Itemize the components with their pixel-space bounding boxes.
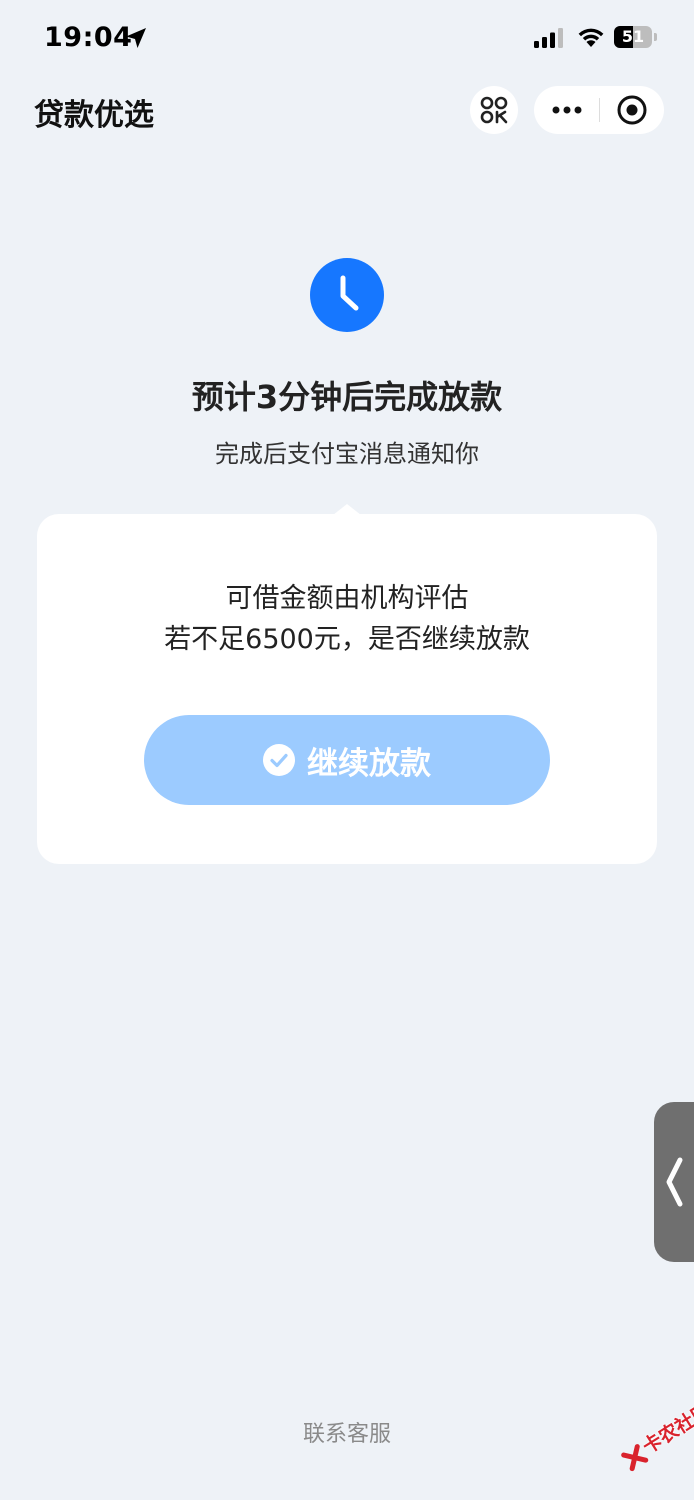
loan-eta-headline: 预计3分钟后完成放款 [191,378,503,416]
continue-loan-label: 继续放款 [307,745,431,782]
location-arrow-icon [126,28,146,48]
battery-body: 51 [614,26,652,48]
status-bar: 19:04 51 [0,0,694,76]
side-float-handle[interactable] [654,1102,694,1262]
scan-icon [480,96,508,124]
close-button[interactable] [600,86,664,134]
mini-program-capsule [534,86,664,134]
more-icon [552,106,582,114]
battery-icon: 51 [614,26,658,48]
battery-level: 51 [621,27,645,46]
contact-support-link[interactable]: 联系客服 [0,1416,694,1448]
close-icon [617,95,647,125]
status-time: 19:04 [44,22,133,53]
card-text-line-2: 若不足6500元，是否继续放款 [164,624,530,655]
signal-icon [534,28,563,48]
watermark-text: 卡农社区 [638,1399,694,1459]
scan-button[interactable] [470,86,518,134]
loan-confirm-card: 可借金额由机构评估 若不足6500元，是否继续放款 继续放款 [37,514,657,864]
chevron-left-icon [666,1157,683,1207]
page-title: 贷款优选 [34,98,154,133]
check-circle-icon [263,744,295,776]
battery-tip [654,33,657,41]
continue-loan-button-content: 继续放款 [144,715,550,805]
wifi-icon [578,28,604,47]
continue-loan-button[interactable]: 继续放款 [144,715,550,805]
card-text-line-1: 可借金额由机构评估 [225,583,469,614]
more-button[interactable] [534,86,598,134]
clock-icon [310,258,384,332]
notification-hint: 完成后支付宝消息通知你 [215,440,479,468]
